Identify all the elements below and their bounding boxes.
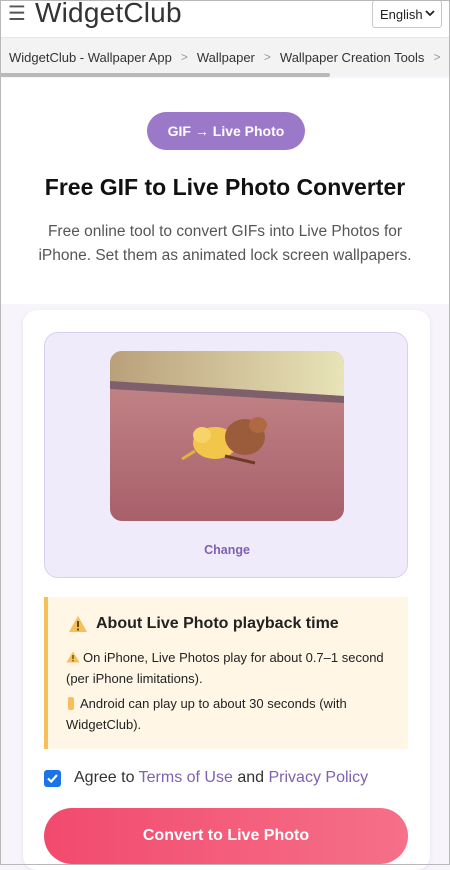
language-select[interactable]: English bbox=[372, 0, 442, 28]
widgetclub-logo[interactable]: WidgetClub bbox=[35, 0, 182, 29]
chevron-down-icon bbox=[425, 10, 435, 17]
playback-info-box: About Live Photo playback time On iPhone… bbox=[44, 597, 408, 749]
agree-checkbox[interactable] bbox=[44, 769, 61, 787]
info-title-text: About Live Photo playback time bbox=[96, 615, 339, 632]
breadcrumb: WidgetClub - Wallpaper App > Wallpaper >… bbox=[0, 38, 450, 76]
android-note-text: Android can play up to about 30 seconds … bbox=[66, 696, 347, 732]
page-title: Free GIF to Live Photo Converter bbox=[44, 174, 406, 200]
page-description: Free online tool to convert GIFs into Li… bbox=[38, 223, 412, 264]
breadcrumb-item-home[interactable]: WidgetClub - Wallpaper App bbox=[9, 50, 172, 65]
convert-to-live-photo-button[interactable]: Convert to Live Photo bbox=[44, 808, 408, 864]
warning-icon bbox=[69, 616, 87, 632]
hamburger-menu-icon[interactable]: ☰ bbox=[8, 4, 26, 24]
agree-and: and bbox=[237, 769, 265, 786]
cartoon-preview-graphic bbox=[110, 351, 344, 521]
agree-prefix: Agree to bbox=[74, 769, 135, 786]
language-select-value: English bbox=[380, 6, 423, 22]
top-header: ☰ WidgetClub English bbox=[0, 0, 450, 38]
agreement-row: Agree to Terms of Use and Privacy Policy bbox=[44, 765, 424, 791]
change-gif-link[interactable]: Change bbox=[45, 543, 409, 557]
breadcrumb-scrollbar[interactable] bbox=[0, 73, 330, 77]
android-marker-icon bbox=[68, 697, 74, 710]
breadcrumb-separator-icon: > bbox=[433, 50, 441, 64]
android-note: Android can play up to about 30 seconds … bbox=[66, 693, 396, 735]
privacy-policy-link[interactable]: Privacy Policy bbox=[269, 769, 369, 786]
info-title: About Live Photo playback time bbox=[68, 615, 339, 633]
breadcrumb-item-tools[interactable]: Wallpaper Creation Tools bbox=[280, 50, 425, 65]
iphone-note: On iPhone, Live Photos play for about 0.… bbox=[66, 647, 396, 689]
breadcrumb-item-wallpaper[interactable]: Wallpaper bbox=[197, 50, 255, 65]
terms-of-use-link[interactable]: Terms of Use bbox=[139, 769, 233, 786]
gif-upload-area[interactable]: Change bbox=[44, 332, 408, 578]
breadcrumb-separator-icon: > bbox=[180, 50, 188, 64]
checkmark-icon bbox=[47, 773, 58, 783]
gif-preview-image bbox=[110, 351, 344, 521]
warning-small-icon bbox=[66, 651, 80, 663]
hero-section: GIF → Live Photo Free GIF to Live Photo … bbox=[0, 78, 450, 304]
iphone-note-text: On iPhone, Live Photos play for about 0.… bbox=[66, 650, 384, 686]
tool-type-pill: GIF → Live Photo bbox=[147, 112, 305, 150]
agree-text: Agree to Terms of Use and Privacy Policy bbox=[74, 769, 368, 787]
breadcrumb-separator-icon: > bbox=[263, 50, 271, 64]
converter-card: Change About Live Photo playback time On… bbox=[23, 310, 430, 870]
